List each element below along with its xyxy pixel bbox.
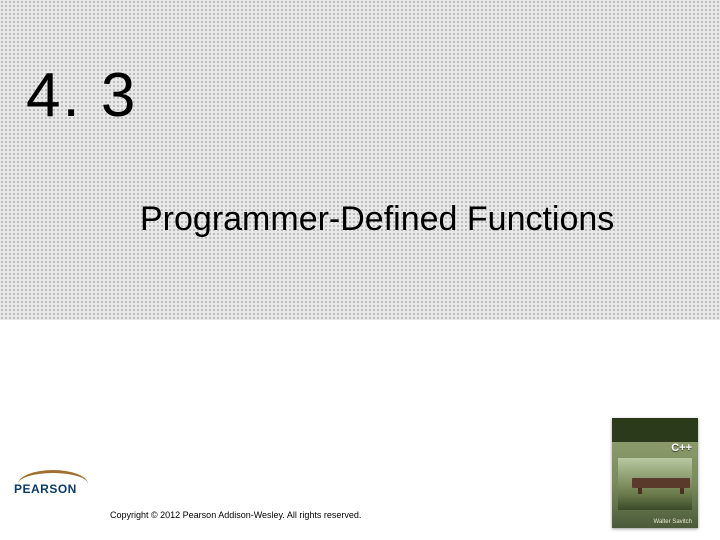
book-language-label: C++ bbox=[671, 442, 692, 454]
section-number: 4. 3 bbox=[26, 60, 137, 131]
book-cover-bench bbox=[632, 478, 690, 488]
pearson-logo: PEARSON bbox=[14, 470, 100, 504]
book-author: Walter Savitch bbox=[654, 519, 692, 525]
book-cover-thumbnail: C++ Walter Savitch bbox=[612, 418, 698, 528]
book-cover-art bbox=[618, 458, 692, 510]
copyright-text: Copyright © 2012 Pearson Addison-Wesley.… bbox=[110, 510, 361, 520]
pearson-wordmark: PEARSON bbox=[14, 482, 100, 496]
slide: 4. 3 Programmer-Defined Functions PEARSO… bbox=[0, 0, 720, 540]
title-region: 4. 3 Programmer-Defined Functions bbox=[0, 0, 720, 320]
section-title: Programmer-Defined Functions bbox=[140, 200, 614, 239]
